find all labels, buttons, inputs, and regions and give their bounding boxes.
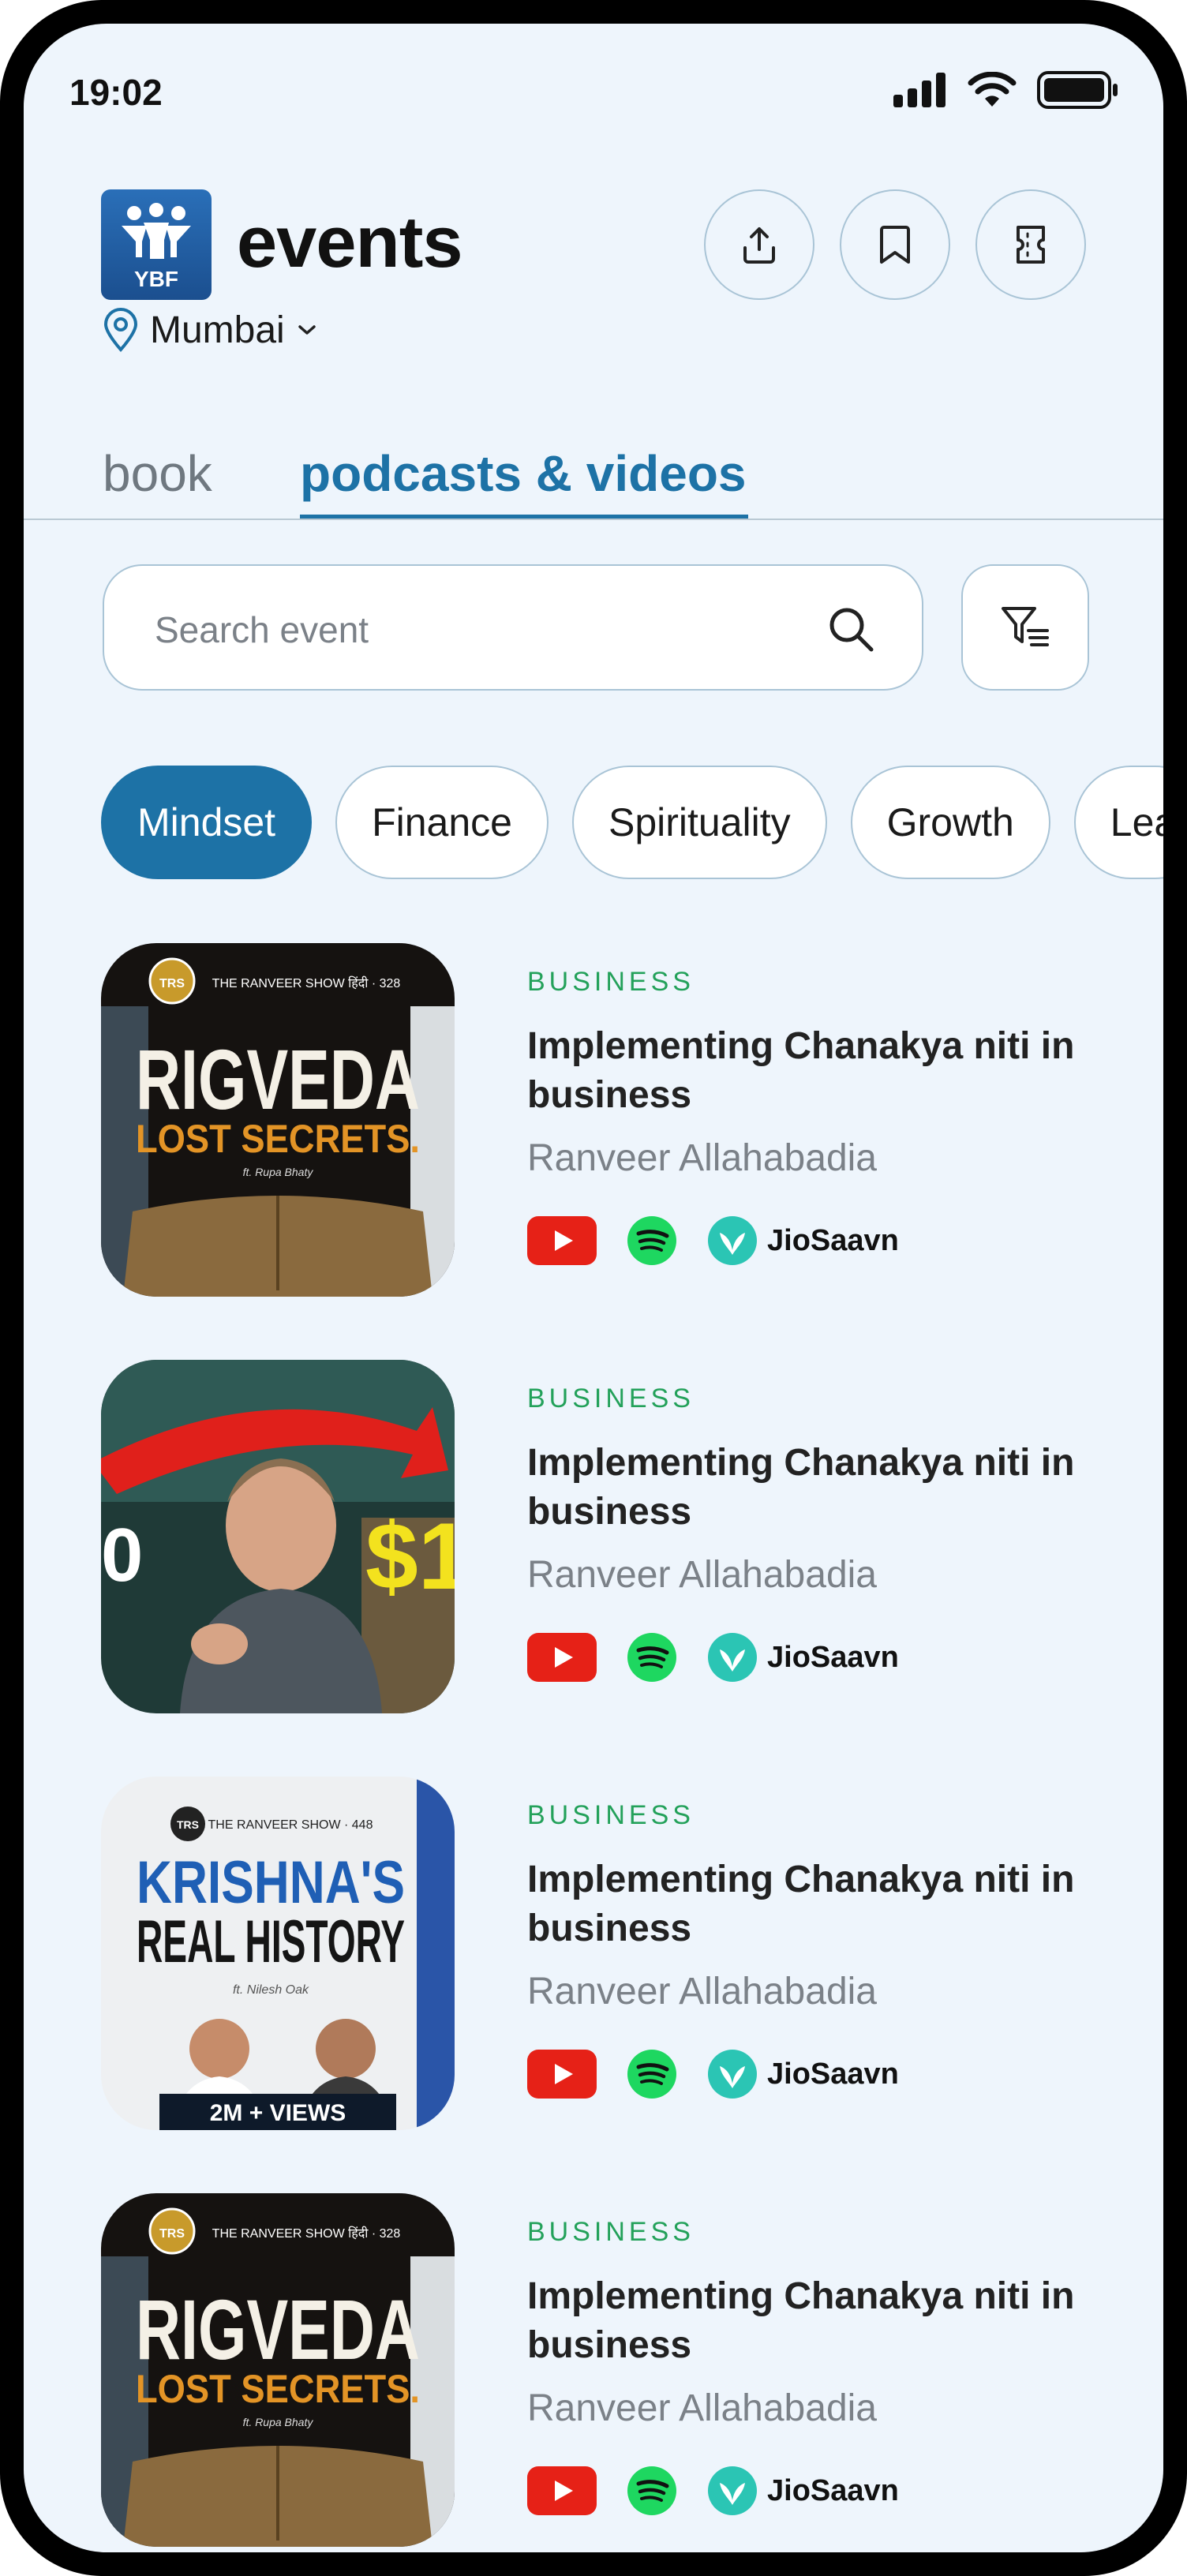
jiosaavn-label: JioSaavn [767,2473,899,2507]
thumb-top-text: THE RANVEER SHOW हिंदी · 328 [212,2226,401,2241]
thumb-main-text: RIGVEDA [136,2282,420,2377]
youtube-icon[interactable] [527,1633,597,1682]
location-label: Mumbai [150,309,285,351]
thumb-sub-text: REAL HISTORY [137,1908,405,1975]
jiosaavn-icon [708,1216,757,1265]
search-bar [103,564,923,691]
jiosaavn-link[interactable]: JioSaavn [707,1632,899,1683]
thumb-top-text: THE RANVEER SHOW हिंदी · 328 [212,975,401,990]
app-screen: 19:02 YBF events Mumbai book podcasts & … [24,24,1163,2552]
thumb-top-text: THE RANVEER SHOW · 448 [208,1818,373,1832]
filter-button[interactable] [961,564,1089,691]
search-icon[interactable] [826,604,876,654]
jiosaavn-link[interactable]: JioSaavn [707,2049,899,2099]
spotify-icon[interactable] [627,1215,677,1266]
thumb-right-text: $1 [365,1503,455,1609]
platform-links: JioSaavn [527,1632,899,1683]
tab-divider [24,519,1163,520]
chip-leadership[interactable]: Lea [1073,766,1163,879]
ticket-button[interactable] [975,189,1086,300]
list-item[interactable]: TRS THE RANVEER SHOW हिंदी · 328 RIGVEDA… [101,2193,1127,2548]
platform-links: JioSaavn [527,2049,899,2099]
category-label: BUSINESS [527,1383,695,1413]
cellular-signal-icon [893,73,945,107]
youtube-icon[interactable] [527,2050,597,2099]
jiosaavn-label: JioSaavn [767,1223,899,1257]
thumb-guest: ft. Nilesh Oak [233,1983,309,1997]
logo-text: YBF [134,267,178,291]
thumb-main-text: KRISHNA'S [137,1849,405,1916]
jiosaavn-label: JioSaavn [767,2057,899,2091]
category-label: BUSINESS [527,2217,695,2247]
location-selector[interactable]: Mumbai [103,308,318,352]
status-time: 19:02 [69,72,163,113]
ybf-logo: YBF [101,189,212,300]
category-label: BUSINESS [527,967,695,997]
youtube-icon[interactable] [527,1216,597,1265]
location-pin-icon [103,308,138,352]
share-button[interactable] [704,189,814,300]
chip-mindset[interactable]: Mindset [101,766,313,879]
spotify-icon[interactable] [627,1632,677,1683]
podcast-thumbnail: TRS THE RANVEER SHOW हिंदी · 328 RIGVEDA… [101,2193,455,2547]
podcast-thumbnail: TRS THE RANVEER SHOW हिंदी · 328 RIGVEDA… [101,943,455,1297]
wifi-icon [968,72,1017,107]
jiosaavn-link[interactable]: JioSaavn [707,2466,899,2516]
jiosaavn-icon [708,2050,757,2099]
brand-title: events [237,202,462,283]
list-item[interactable]: TRS THE RANVEER SHOW हिंदी · 328 RIGVEDA… [101,943,1127,1298]
thumb-badge: TRS [177,1818,199,1831]
item-title: Implementing Chanakya niti in business [527,1859,1075,1949]
active-tab-indicator [300,515,748,519]
item-title: Implementing Chanakya niti in business [527,2275,1075,2366]
platform-links: JioSaavn [527,2466,899,2516]
thumb-badge: TRS [159,2227,185,2241]
thumb-views: 2M + VIEWS [210,2100,346,2126]
item-author: Ranveer Allahabadia [527,1137,877,1179]
bookmark-icon [880,226,910,264]
category-chips: Mindset Finance Spirituality Growth Lea [101,766,1163,879]
tab-podcasts-videos[interactable]: podcasts & videos [300,442,747,505]
bookmark-button[interactable] [840,189,950,300]
item-title: Implementing Chanakya niti in business [527,1442,1075,1533]
jiosaavn-label: JioSaavn [767,1640,899,1674]
item-title: Implementing Chanakya niti in business [527,1025,1075,1116]
podcast-thumbnail: TRS THE RANVEER SHOW · 448 KRISHNA'S REA… [101,1777,455,2130]
search-input[interactable] [153,604,803,656]
jiosaavn-icon [708,1633,757,1682]
spotify-icon[interactable] [627,2466,677,2516]
thumb-sub-text: LOST SECRETS. [136,2367,420,2411]
chip-spirituality[interactable]: Spirituality [571,766,827,879]
ticket-icon [1017,226,1045,264]
chip-growth[interactable]: Growth [850,766,1050,879]
thumb-left-text: 0 [101,1513,143,1597]
status-icons [893,71,1119,109]
share-icon [743,227,775,264]
thumb-main-text: RIGVEDA [136,1032,420,1127]
thumb-guest: ft. Rupa Bhaty [243,1166,314,1178]
people-logo-icon [122,203,191,259]
category-label: BUSINESS [527,1800,695,1830]
chevron-down-icon [298,325,316,335]
battery-icon [1037,71,1118,109]
item-author: Ranveer Allahabadia [527,1554,877,1596]
item-author: Ranveer Allahabadia [527,1971,877,2012]
tab-book[interactable]: book [103,442,212,505]
youtube-icon[interactable] [527,2466,597,2515]
thumb-guest: ft. Rupa Bhaty [243,2416,314,2428]
thumb-badge: TRS [159,977,185,990]
list-item[interactable]: 0 $1 BUSINESS Implementing Chanakya niti… [101,1360,1127,1715]
jiosaavn-link[interactable]: JioSaavn [707,1215,899,1266]
list-item[interactable]: TRS THE RANVEER SHOW · 448 KRISHNA'S REA… [101,1777,1127,2132]
phone-frame: 19:02 YBF events Mumbai book podcasts & … [0,0,1187,2576]
platform-links: JioSaavn [527,1215,899,1266]
filter-icon [1002,607,1049,646]
chip-finance[interactable]: Finance [335,766,549,879]
spotify-icon[interactable] [627,2049,677,2099]
video-thumbnail: 0 $1 [101,1360,455,1713]
jiosaavn-icon [708,2466,757,2515]
item-author: Ranveer Allahabadia [527,2387,877,2429]
thumb-sub-text: LOST SECRETS. [136,1117,420,1161]
